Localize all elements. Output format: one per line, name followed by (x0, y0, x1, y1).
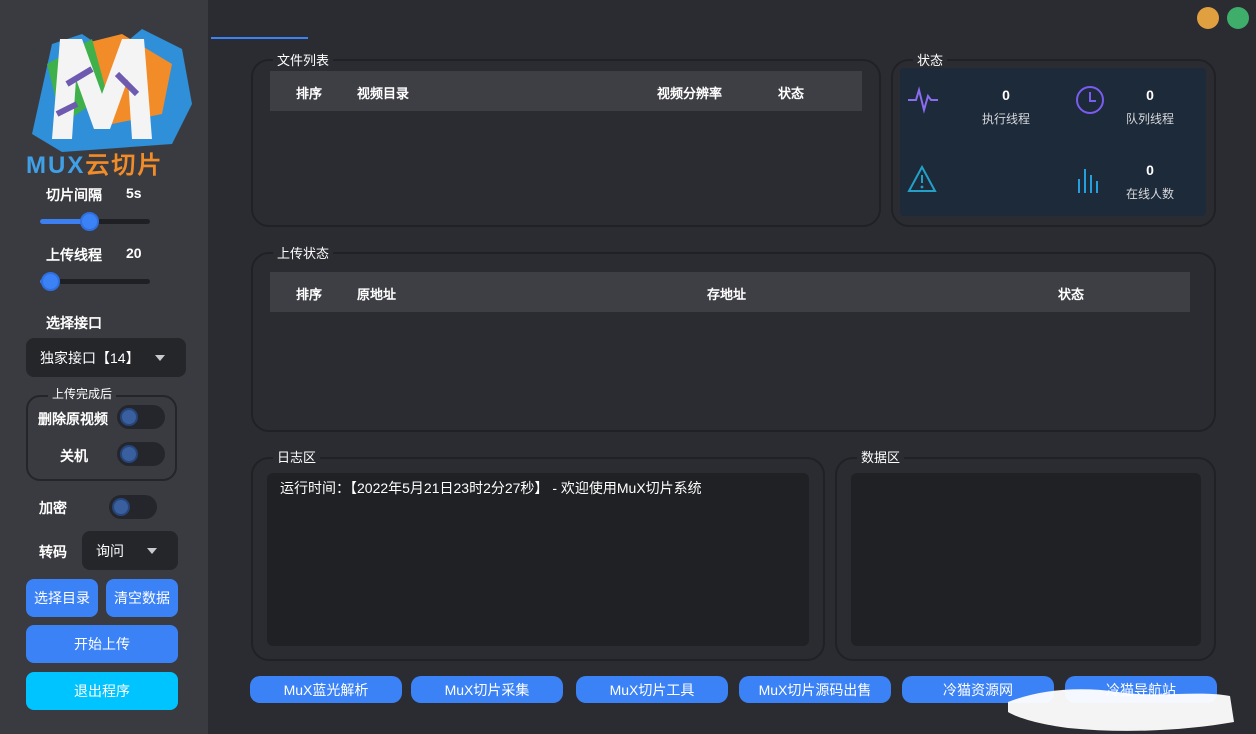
upload-status-header: 排序 原地址 存地址 状态 (270, 272, 1190, 312)
transcode-select[interactable]: 询问 (82, 531, 178, 570)
column-header: 存地址 (707, 287, 747, 302)
upload-status-title: 上传状态 (273, 243, 334, 262)
online-value: 0 (1146, 162, 1154, 178)
column-header: 状态 (1058, 287, 1085, 302)
clear-data-button[interactable]: 清空数据 (106, 579, 178, 617)
api-select[interactable]: 独家接口【14】 (26, 338, 186, 377)
transcode-select-value: 询问 (96, 542, 124, 559)
sidebar: MUX云切片 切片间隔 5s 上传线程 20 选择接口 独家接口【14】 上传完… (0, 0, 208, 734)
chevron-down-icon (147, 548, 157, 554)
column-header: 视频目录 (357, 86, 410, 101)
queue-threads-value: 0 (1146, 87, 1154, 103)
link-bluray-parse[interactable]: MuX蓝光解析 (250, 676, 402, 703)
file-list-header: 排序 视频目录 视频分辨率 状态 (270, 71, 862, 111)
app-window: MUX云切片 切片间隔 5s 上传线程 20 选择接口 独家接口【14】 上传完… (0, 0, 1256, 734)
transcode-label: 转码 (39, 544, 67, 560)
link-slice-collect[interactable]: MuX切片采集 (411, 676, 563, 703)
status-title: 状态 (913, 50, 948, 69)
watermark-smear (1008, 689, 1234, 731)
log-title: 日志区 (273, 447, 321, 466)
select-api-label: 选择接口 (46, 315, 102, 331)
exec-threads-value: 0 (1002, 87, 1010, 103)
column-header: 排序 (296, 287, 323, 302)
data-title: 数据区 (857, 447, 905, 466)
active-tab-indicator (211, 37, 308, 39)
slider-handle[interactable] (41, 272, 60, 291)
bar-chart-icon (1078, 169, 1098, 193)
start-upload-button[interactable]: 开始上传 (26, 625, 178, 663)
encrypt-label: 加密 (39, 500, 67, 516)
queue-threads-label: 队列线程 (1125, 112, 1174, 126)
upload-threads-label: 上传线程 (46, 247, 102, 263)
link-source-sale[interactable]: MuX切片源码出售 (739, 676, 891, 703)
delete-source-label: 删除原视频 (38, 411, 108, 427)
after-upload-title: 上传完成后 (48, 385, 117, 402)
online-label: 在线人数 (1125, 187, 1174, 201)
clock-icon (1076, 86, 1104, 114)
api-select-value: 独家接口【14】 (40, 349, 140, 366)
upload-threads-value: 20 (126, 245, 142, 261)
log-textarea[interactable] (267, 473, 809, 646)
chevron-down-icon (155, 355, 165, 361)
slider-handle[interactable] (79, 212, 99, 231)
select-dir-button[interactable]: 选择目录 (26, 579, 98, 617)
data-textarea[interactable] (851, 473, 1201, 646)
warning-icon (907, 164, 937, 192)
encrypt-toggle[interactable] (109, 495, 157, 519)
slice-interval-value: 5s (126, 185, 142, 201)
column-header: 视频分辨率 (657, 86, 723, 101)
column-header: 状态 (778, 86, 805, 101)
exec-threads-label: 执行线程 (981, 112, 1030, 126)
minimize-button[interactable] (1197, 7, 1219, 29)
toggle-knob (112, 498, 130, 516)
upload-threads-slider[interactable] (40, 272, 150, 291)
shutdown-label: 关机 (60, 448, 88, 464)
file-list-title: 文件列表 (273, 50, 334, 69)
slice-interval-slider[interactable] (40, 212, 150, 231)
shutdown-toggle[interactable] (117, 442, 165, 466)
column-header: 原地址 (357, 287, 397, 302)
exit-button[interactable]: 退出程序 (26, 672, 178, 710)
pulse-icon (908, 86, 938, 114)
log-line: 运行时间：【2022年5月21日23时2分27秒】 - 欢迎使用MuX切片系统 (280, 480, 702, 496)
close-button[interactable] (1227, 7, 1249, 29)
slice-interval-label: 切片间隔 (46, 187, 102, 203)
column-header: 排序 (296, 86, 323, 101)
delete-source-toggle[interactable] (117, 405, 165, 429)
link-slice-tool[interactable]: MuX切片工具 (576, 676, 728, 703)
toggle-knob (120, 445, 138, 463)
brand-name: MUX云切片 (26, 152, 164, 179)
toggle-knob (120, 408, 138, 426)
